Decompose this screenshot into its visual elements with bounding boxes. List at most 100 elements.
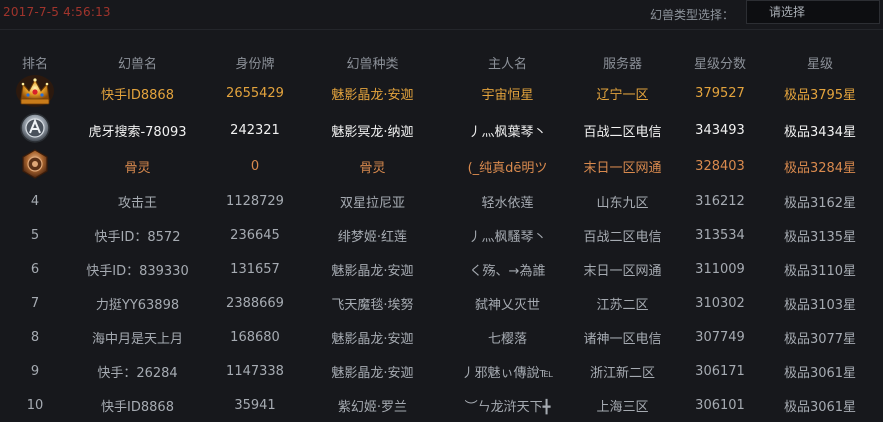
name-cell: 快手ID8868	[101, 87, 174, 103]
score-cell: 328403	[695, 158, 745, 174]
score-cell: 343493	[695, 122, 745, 138]
server-cell: 江苏二区	[596, 297, 649, 313]
id-cell: 2388669	[226, 295, 284, 311]
owner-cell: 丿灬枫葉琴丶	[468, 124, 547, 140]
gold-crown-icon	[15, 74, 55, 112]
server-cell: 浙江新二区	[589, 365, 655, 381]
table-row[interactable]: 10 快手ID8868 35941 紫幻姬·罗兰 ︶ㄣ龙浒天下╋ 上海三区 306101 极品…	[0, 388, 870, 422]
id-cell: 168680	[230, 329, 280, 345]
header-owner: 主人名	[487, 56, 527, 72]
table-row[interactable]: 8 海中月是天上月 168680 魅影晶龙·安迦 七樱落 诸神一区电信 307749 极品30…	[0, 320, 870, 354]
rank-cell	[0, 112, 70, 148]
rank-cell	[0, 148, 70, 184]
table-row[interactable]: 虎牙搜索-78093 242321 魅影冥龙·纳迦 丿灬枫葉琴丶 百战二区电信 34349…	[0, 112, 870, 148]
id-cell: 0	[250, 158, 260, 174]
type-cell: 双星拉尼亚	[339, 195, 405, 211]
header-id: 身份牌	[235, 56, 275, 72]
table-row[interactable]: 7 力挺YY63898 2388669 飞天魔毯·埃努 弑神乂灭世 江苏二区 310302 极…	[0, 286, 870, 320]
header-type: 幻兽种类	[346, 56, 399, 72]
name-cell: 快手ID：839330	[86, 263, 189, 279]
level-cell: 极品3795星	[783, 87, 857, 103]
owner-cell: 七樱落	[487, 331, 527, 347]
table-row[interactable]: 4 攻击王 1128729 双星拉尼亚 轻水依莲 山东九区 316212 极品3162星	[0, 184, 870, 218]
score-cell: 306171	[695, 363, 745, 379]
name-cell: 虎牙搜索-78093	[88, 124, 187, 140]
level-cell: 极品3135星	[783, 229, 857, 245]
type-cell: 紫幻姬·罗兰	[337, 399, 408, 415]
header-name: 幻兽名	[117, 56, 157, 72]
timestamp: 2017-7-5 4:56:13	[3, 5, 111, 19]
type-cell: 飞天魔毯·埃努	[331, 297, 414, 313]
ranking-table: 排名 幻兽名 身份牌 幻兽种类 主人名 服务器 星级分数 星级 快手ID8868…	[0, 50, 870, 422]
level-cell: 极品3061星	[783, 365, 857, 381]
score-cell: 306101	[695, 397, 745, 413]
id-cell: 242321	[230, 122, 280, 138]
rank-cell	[0, 74, 70, 112]
owner-cell: 丿灬枫騷琴丶	[468, 229, 547, 245]
header-server: 服务器	[602, 56, 642, 72]
rank-cell: 9	[30, 363, 40, 379]
score-cell: 379527	[695, 85, 745, 101]
id-cell: 2655429	[226, 85, 284, 101]
bronze-emblem-icon	[19, 148, 51, 184]
level-cell: 极品3061星	[783, 399, 857, 415]
rank-cell: 8	[30, 329, 40, 345]
name-cell: 快手ID8868	[101, 399, 174, 415]
table-header: 排名 幻兽名 身份牌 幻兽种类 主人名 服务器 星级分数 星级	[0, 50, 870, 74]
server-cell: 末日一区网通	[583, 263, 662, 279]
name-cell: 海中月是天上月	[91, 331, 183, 347]
id-cell: 1128729	[226, 193, 284, 209]
header-rank: 排名	[21, 56, 48, 72]
id-cell: 35941	[234, 397, 276, 413]
owner-cell: (_纯真dē明ツ	[467, 160, 548, 176]
type-cell: 魅影晶龙·安迦	[331, 263, 414, 279]
server-cell: 百战二区电信	[583, 124, 662, 140]
level-cell: 极品3162星	[783, 195, 857, 211]
type-filter-label: 幻兽类型选择：	[650, 8, 735, 22]
server-cell: 上海三区	[596, 399, 649, 415]
type-filter-select[interactable]: 请选择	[746, 0, 880, 24]
score-cell: 313534	[695, 227, 745, 243]
level-cell: 极品3434星	[783, 124, 857, 140]
score-cell: 310302	[695, 295, 745, 311]
top-bar: 2017-7-5 4:56:13 幻兽类型选择： 请选择	[0, 0, 883, 30]
rank-cell: 7	[30, 295, 40, 311]
name-cell: 快手：26284	[97, 365, 178, 381]
owner-cell: 弑神乂灭世	[474, 297, 540, 313]
level-cell: 极品3284星	[783, 160, 857, 176]
score-cell: 316212	[695, 193, 745, 209]
header-level: 星级	[806, 56, 833, 72]
rank-cell: 10	[26, 397, 44, 413]
type-cell: 骨灵	[359, 160, 386, 176]
id-cell: 131657	[230, 261, 280, 277]
owner-cell: 丿邪魅ぃ傳說℡	[461, 365, 554, 381]
rank-cell: 6	[30, 261, 40, 277]
table-row[interactable]: 6 快手ID：839330 131657 魅影晶龙·安迦 く殇、→為誰 末日一区网通 311…	[0, 252, 870, 286]
divider	[0, 29, 883, 30]
owner-cell: 宇宙恒星	[481, 87, 534, 103]
type-cell: 绯梦姬·红莲	[337, 229, 408, 245]
owner-cell: 轻水依莲	[481, 195, 534, 211]
owner-cell: ︶ㄣ龙浒天下╋	[464, 399, 551, 415]
table-row[interactable]: 9 快手：26284 1147338 魅影晶龙·安迦 丿邪魅ぃ傳說℡ 浙江新二区 30617…	[0, 354, 870, 388]
type-cell: 魅影冥龙·纳迦	[331, 124, 414, 140]
server-cell: 百战二区电信	[583, 229, 662, 245]
level-cell: 极品3110星	[783, 263, 857, 279]
table-row[interactable]: 骨灵 0 骨灵 (_纯真dē明ツ 末日一区网通 328403 极品3284星	[0, 148, 870, 184]
level-cell: 极品3103星	[783, 297, 857, 313]
server-cell: 辽宁一区	[596, 87, 649, 103]
owner-cell: く殇、→為誰	[469, 263, 546, 279]
name-cell: 快手ID：8572	[94, 229, 181, 245]
server-cell: 诸神一区电信	[583, 331, 662, 347]
silver-emblem-icon	[19, 112, 51, 148]
id-cell: 1147338	[226, 363, 284, 379]
level-cell: 极品3077星	[783, 331, 857, 347]
header-score: 星级分数	[693, 56, 746, 72]
type-cell: 魅影晶龙·安迦	[331, 87, 414, 103]
rank-cell: 5	[30, 227, 40, 243]
name-cell: 攻击王	[117, 195, 157, 211]
table-row[interactable]: 5 快手ID：8572 236645 绯梦姬·红莲 丿灬枫騷琴丶 百战二区电信 313534…	[0, 218, 870, 252]
table-row[interactable]: 快手ID8868 2655429 魅影晶龙·安迦 宇宙恒星 辽宁一区 379527 极品37…	[0, 74, 870, 112]
server-cell: 末日一区网通	[583, 160, 662, 176]
score-cell: 307749	[695, 329, 745, 345]
